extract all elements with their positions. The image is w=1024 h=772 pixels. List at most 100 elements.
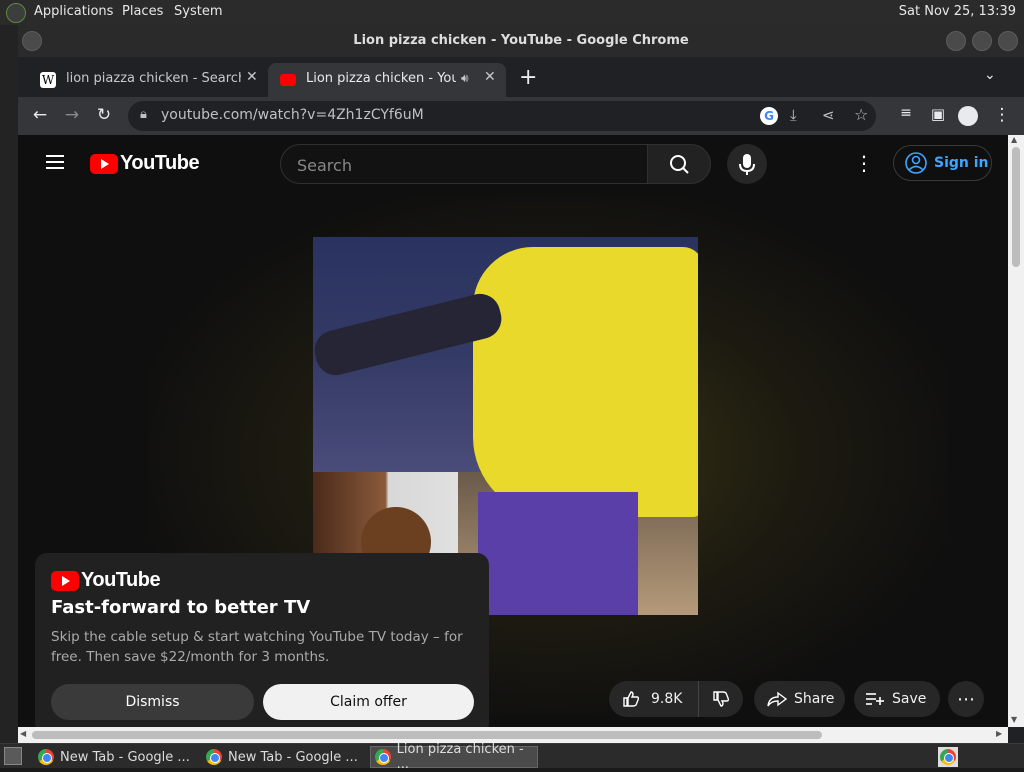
thumbs-up-icon <box>623 691 640 707</box>
profile-icon[interactable] <box>958 106 978 126</box>
distro-logo-icon[interactable] <box>6 3 26 23</box>
reload-icon[interactable]: ↻ <box>92 105 116 127</box>
chrome-icon <box>375 749 391 765</box>
youtube-logo-icon <box>51 570 79 591</box>
tray-chrome-icon[interactable] <box>938 747 958 767</box>
tab-search-chevron-icon[interactable]: ⌄ <box>984 67 996 83</box>
vertical-scroll-thumb[interactable] <box>1012 147 1020 267</box>
applications-menu[interactable]: Applications <box>34 4 113 19</box>
video-frame-player-shorts <box>478 492 638 615</box>
like-dislike-group: 9.8K <box>609 681 743 717</box>
sign-in-button[interactable]: Sign in <box>893 145 992 181</box>
tab-search[interactable]: W lion piazza chicken - Search re ✕ <box>28 63 268 97</box>
forward-icon[interactable]: → <box>60 105 84 127</box>
maximize-button[interactable] <box>972 31 992 51</box>
places-menu[interactable]: Places <box>122 4 163 19</box>
share-arrow-icon <box>767 691 788 707</box>
hamburger-menu-icon[interactable] <box>46 155 64 169</box>
save-label: Save <box>892 691 927 707</box>
clock[interactable]: Sat Nov 25, 13:39 <box>899 4 1016 19</box>
playlist-add-icon <box>866 693 884 705</box>
scroll-up-arrow-icon[interactable]: ▲ <box>1011 135 1017 144</box>
like-button[interactable]: 9.8K <box>609 681 699 717</box>
like-count: 9.8K <box>651 691 683 707</box>
browser-toolbar: ← → ↻ 🔒︎ youtube.com/watch?v=4Zh1zCYf6uM… <box>18 97 1024 135</box>
dislike-button[interactable] <box>699 681 743 717</box>
taskbar-item-new-tab-1[interactable]: New Tab - Google ... <box>34 746 196 768</box>
account-icon <box>905 152 927 174</box>
more-horizontal-icon: ⋯ <box>957 688 975 710</box>
close-tab-icon[interactable]: ✕ <box>246 69 258 85</box>
search-icon <box>670 155 689 174</box>
search-button[interactable] <box>647 144 711 184</box>
speaker-icon[interactable]: 🔊︎ <box>461 71 469 86</box>
google-lens-icon[interactable]: G <box>760 107 778 125</box>
taskbar: New Tab - Google ... New Tab - Google ..… <box>0 742 1024 772</box>
promo-youtube-logo: YouTube <box>51 569 161 592</box>
horizontal-scrollbar[interactable]: ◀ ▶ <box>18 727 1008 743</box>
promo-body: Skip the cable setup & start watching Yo… <box>51 629 463 665</box>
back-icon[interactable]: ← <box>28 105 52 127</box>
youtube-tv-promo: YouTube Fast-forward to better TV Skip t… <box>35 553 489 727</box>
menu-icon[interactable]: ⋮ <box>990 105 1014 127</box>
close-window-button[interactable] <box>998 31 1018 51</box>
taskbar-item-label: New Tab - Google ... <box>228 749 358 765</box>
share-label: Share <box>794 691 835 707</box>
lock-icon[interactable]: 🔒︎ <box>140 107 147 122</box>
scroll-left-arrow-icon[interactable]: ◀ <box>20 729 26 738</box>
youtube-logo-text: YouTube <box>120 152 200 174</box>
microphone-icon <box>739 154 755 175</box>
bookmark-star-icon[interactable]: ☆ <box>854 105 868 124</box>
show-desktop-icon[interactable] <box>4 747 22 765</box>
settings-dots-icon[interactable]: ⋮ <box>852 151 876 175</box>
scroll-right-arrow-icon[interactable]: ▶ <box>996 729 1002 738</box>
youtube-logo-icon <box>90 153 118 174</box>
taskbar-item-label: New Tab - Google ... <box>60 749 190 765</box>
thumbs-down-icon <box>713 691 730 707</box>
more-actions-button[interactable]: ⋯ <box>948 681 984 717</box>
share-icon[interactable]: ⋖ <box>822 106 835 124</box>
wikipedia-icon: W <box>40 72 56 88</box>
promo-headline: Fast-forward to better TV <box>51 597 311 618</box>
chrome-icon <box>206 749 222 765</box>
tab-label: Lion pizza chicken - YouTu <box>306 71 456 86</box>
video-frame-player-shirt <box>473 247 698 517</box>
system-menu[interactable]: System <box>174 4 222 19</box>
search-input[interactable] <box>297 154 627 176</box>
youtube-page: YouTube ⋮ Sign in <box>18 135 1008 727</box>
claim-offer-button[interactable]: Claim offer <box>263 684 474 720</box>
address-bar[interactable]: 🔒︎ youtube.com/watch?v=4Zh1zCYf6uM G ⤓ ⋖… <box>128 101 876 131</box>
youtube-header: YouTube ⋮ Sign in <box>18 135 1008 191</box>
youtube-logo[interactable]: YouTube <box>90 152 200 175</box>
youtube-icon <box>280 74 296 86</box>
tab-youtube[interactable]: Lion pizza chicken - YouTu 🔊︎ ✕ <box>268 63 506 97</box>
voice-search-button[interactable] <box>727 144 767 184</box>
taskbar-item-youtube[interactable]: Lion pizza chicken - ... <box>370 742 538 772</box>
promo-logo-text: YouTube <box>81 569 161 591</box>
url-text[interactable]: youtube.com/watch?v=4Zh1zCYf6uM <box>161 107 424 123</box>
save-button[interactable]: Save <box>854 681 940 717</box>
horizontal-scroll-thumb[interactable] <box>32 731 822 739</box>
minimize-button[interactable] <box>946 31 966 51</box>
vertical-scrollbar[interactable]: ▲ ▼ <box>1008 135 1024 727</box>
close-tab-icon[interactable]: ✕ <box>484 69 496 85</box>
taskbar-item-new-tab-2[interactable]: New Tab - Google ... <box>202 746 364 768</box>
sidepanel-icon[interactable]: ▣ <box>926 105 950 127</box>
media-control-icon[interactable]: ≡ <box>894 105 918 127</box>
install-icon[interactable]: ⤓ <box>790 106 797 124</box>
scroll-down-arrow-icon[interactable]: ▼ <box>1011 715 1017 724</box>
new-tab-button[interactable]: + <box>519 65 537 90</box>
search-box[interactable] <box>280 144 648 184</box>
chrome-window: Lion pizza chicken - YouTube - Google Ch… <box>18 25 1024 743</box>
chrome-icon <box>940 749 956 765</box>
tab-strip: W lion piazza chicken - Search re ✕ Lion… <box>18 57 1024 97</box>
window-titlebar[interactable]: Lion pizza chicken - YouTube - Google Ch… <box>18 25 1024 57</box>
tab-label: lion piazza chicken - Search re <box>66 71 241 86</box>
desktop-background <box>0 25 18 743</box>
top-panel: Applications Places System Sat Nov 25, 1… <box>0 0 1024 25</box>
share-button[interactable]: Share <box>754 681 845 717</box>
window-title: Lion pizza chicken - YouTube - Google Ch… <box>353 33 689 48</box>
sign-in-label: Sign in <box>934 155 989 171</box>
chrome-icon <box>38 749 54 765</box>
dismiss-button[interactable]: Dismiss <box>51 684 254 720</box>
